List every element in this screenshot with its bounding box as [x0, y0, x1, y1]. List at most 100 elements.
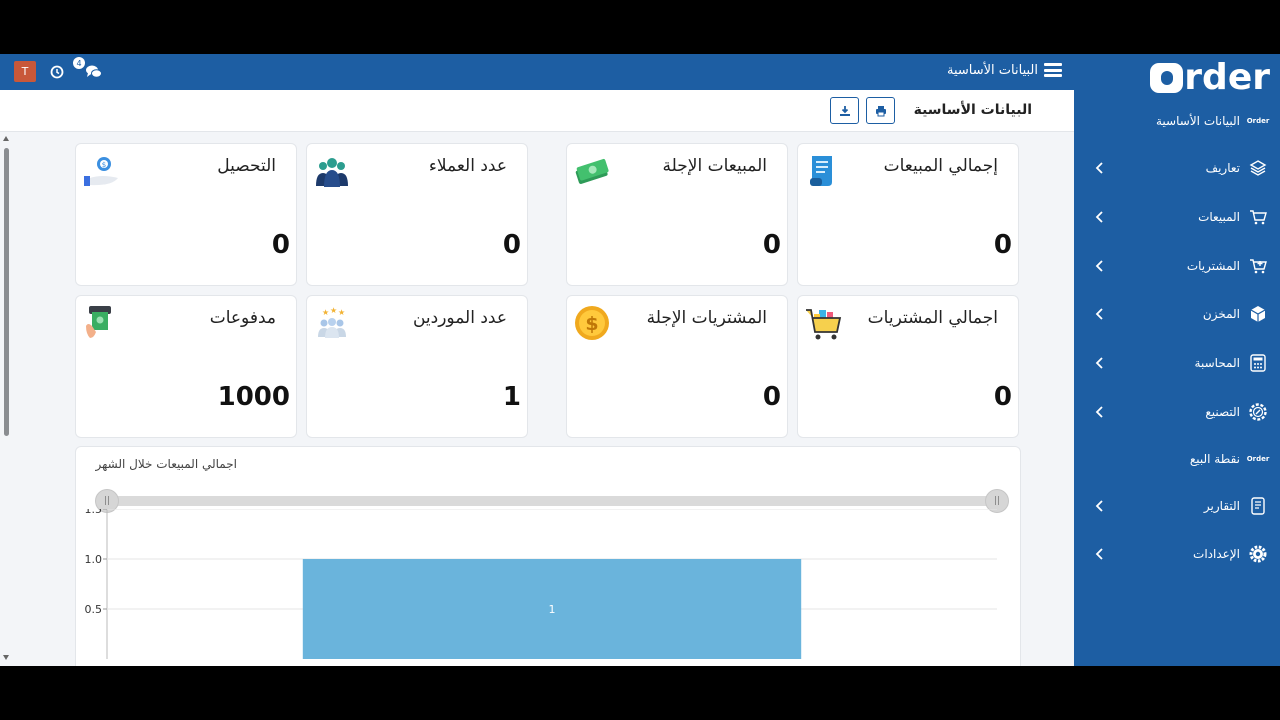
card-title: عدد الموردين: [412, 308, 507, 328]
chevron-left-icon[interactable]: [1092, 404, 1108, 420]
card-value: 0: [993, 230, 1012, 260]
gold-coin-icon: $: [573, 304, 611, 342]
logo-text: rder: [1184, 57, 1270, 98]
svg-text:$: $: [102, 161, 106, 169]
sidebar-item-7[interactable]: نقطة البيع Order: [1074, 439, 1280, 479]
receipt-scroll-icon: [804, 152, 842, 190]
customers-group-icon: [313, 152, 351, 190]
sidebar-item-6[interactable]: التصنيع: [1074, 392, 1280, 432]
card-title: عدد العملاء: [428, 156, 507, 176]
scroll-thumb[interactable]: [4, 148, 9, 436]
page-header: البيانات الأساسية: [0, 90, 1074, 132]
card-title: مدفوعات: [209, 308, 276, 328]
sidebar-item-2[interactable]: المبيعات: [1074, 197, 1280, 237]
topbar-title-button[interactable]: البيانات الأساسية: [947, 62, 1062, 78]
clock-icon[interactable]: [49, 64, 65, 80]
user-avatar[interactable]: T: [14, 61, 36, 82]
sidebar-item-label: تعاريف: [1205, 161, 1240, 175]
zoom-slider-track[interactable]: [106, 496, 996, 506]
chevron-left-icon[interactable]: [1092, 498, 1108, 514]
report-icon: [1248, 496, 1268, 516]
card-deferred-purchases: المشتريات الإجلة 0 $: [566, 295, 788, 438]
download-button[interactable]: [830, 97, 859, 124]
sidebar-item-label: المبيعات: [1198, 210, 1240, 224]
sidebar-item-label: الإعدادات: [1193, 547, 1240, 561]
sidebar-item-5[interactable]: المحاسبة: [1074, 343, 1280, 383]
sidebar-item-1[interactable]: تعاريف: [1074, 148, 1280, 188]
chevron-left-icon[interactable]: [1092, 258, 1108, 274]
sidebar-item-label: نقطة البيع: [1189, 452, 1240, 466]
print-icon: [875, 105, 886, 116]
money-stack-icon: [573, 152, 611, 190]
card-customers-count: عدد العملاء 0: [306, 143, 528, 286]
sidebar-item-3[interactable]: المشتريات: [1074, 246, 1280, 286]
card-title: المبيعات الإجلة: [662, 156, 767, 176]
cash-payment-icon: [82, 304, 120, 342]
sidebar: rder البيانات الأساسية Order تعاريف المبيعا…: [1074, 54, 1280, 666]
svg-text:★: ★: [338, 308, 345, 317]
y-tick-label: 0.5: [85, 603, 103, 616]
order-mini-icon: Order: [1246, 455, 1270, 463]
sidebar-item-label: التصنيع: [1205, 405, 1240, 419]
sidebar-item-0[interactable]: البيانات الأساسية Order: [1074, 101, 1280, 141]
hand-coin-icon: $: [82, 152, 120, 190]
sales-bar-chart: 1.5 1.0 0.5 1: [85, 509, 997, 659]
sidebar-item-label: المخزن: [1202, 307, 1240, 321]
card-value: 0: [762, 230, 781, 260]
chart-title: اجمالي المبيعات خلال الشهر: [95, 457, 237, 471]
sidebar-item-label: المحاسبة: [1194, 356, 1240, 370]
page-title: البيانات الأساسية: [913, 102, 1032, 118]
card-title: إجمالي المبيعات: [883, 156, 998, 176]
factory-gear-icon: [1248, 402, 1268, 422]
box-icon: [1248, 304, 1268, 324]
cart-icon: [1248, 207, 1268, 227]
top-navbar: T 4 البيانات الأساسية: [0, 54, 1074, 90]
scroll-down-arrow-icon[interactable]: [3, 655, 9, 660]
download-icon: [839, 105, 850, 116]
shopping-cart-icon: [804, 304, 842, 342]
calculator-icon: [1248, 353, 1268, 373]
sidebar-item-label: المشتريات: [1186, 259, 1240, 273]
vertical-scrollbar[interactable]: [0, 134, 12, 666]
gear-icon: [1248, 544, 1268, 564]
logo-o-mark: [1150, 63, 1184, 93]
chat-badge: 4: [73, 57, 85, 69]
chevron-left-icon[interactable]: [1092, 355, 1108, 371]
chevron-left-icon[interactable]: [1092, 546, 1108, 562]
order-logo[interactable]: rder: [1150, 58, 1270, 98]
chat-icon[interactable]: [85, 64, 103, 80]
card-suppliers-count: عدد الموردين 1 ★ ★ ★: [306, 295, 528, 438]
suppliers-group-icon: ★ ★ ★: [313, 304, 351, 342]
layers-icon: [1248, 158, 1268, 178]
chevron-left-icon[interactable]: [1092, 306, 1108, 322]
chevron-left-icon[interactable]: [1092, 209, 1108, 225]
scroll-up-arrow-icon[interactable]: [3, 136, 9, 141]
y-tick-label: 1.5: [85, 509, 103, 516]
topbar-title: البيانات الأساسية: [947, 62, 1038, 78]
sidebar-item-4[interactable]: المخزن: [1074, 294, 1280, 334]
sidebar-item-label: البيانات الأساسية: [1156, 114, 1240, 128]
chevron-left-icon[interactable]: [1092, 160, 1108, 176]
svg-text:$: $: [585, 313, 598, 335]
print-button[interactable]: [866, 97, 895, 124]
cart-plus-icon: [1248, 256, 1268, 276]
card-title: التحصيل: [217, 156, 276, 176]
svg-text:★: ★: [322, 308, 329, 317]
app-frame: T 4 البيانات الأساسية البيانات الأساسية …: [0, 54, 1280, 666]
card-title: المشتريات الإجلة: [646, 308, 767, 328]
card-collection: التحصيل 0 $: [75, 143, 297, 286]
order-mini-icon: Order: [1246, 117, 1270, 125]
sidebar-item-9[interactable]: الإعدادات: [1074, 534, 1280, 574]
card-payments: مدفوعات 1000: [75, 295, 297, 438]
card-value: 0: [271, 230, 290, 260]
monthly-sales-chart-panel: اجمالي المبيعات خلال الشهر || || 1.5 1.0 0…: [75, 446, 1021, 666]
card-value: 0: [993, 382, 1012, 412]
card-value: 0: [762, 382, 781, 412]
hamburger-menu-icon[interactable]: [1044, 62, 1062, 78]
sidebar-item-8[interactable]: التقارير: [1074, 486, 1280, 526]
card-value: 1: [502, 382, 521, 412]
card-deferred-sales: المبيعات الإجلة 0: [566, 143, 788, 286]
card-total-purchases: اجمالي المشتريات 0: [797, 295, 1019, 438]
card-total-sales: إجمالي المبيعات 0: [797, 143, 1019, 286]
bar-data-label: 1: [549, 603, 556, 616]
